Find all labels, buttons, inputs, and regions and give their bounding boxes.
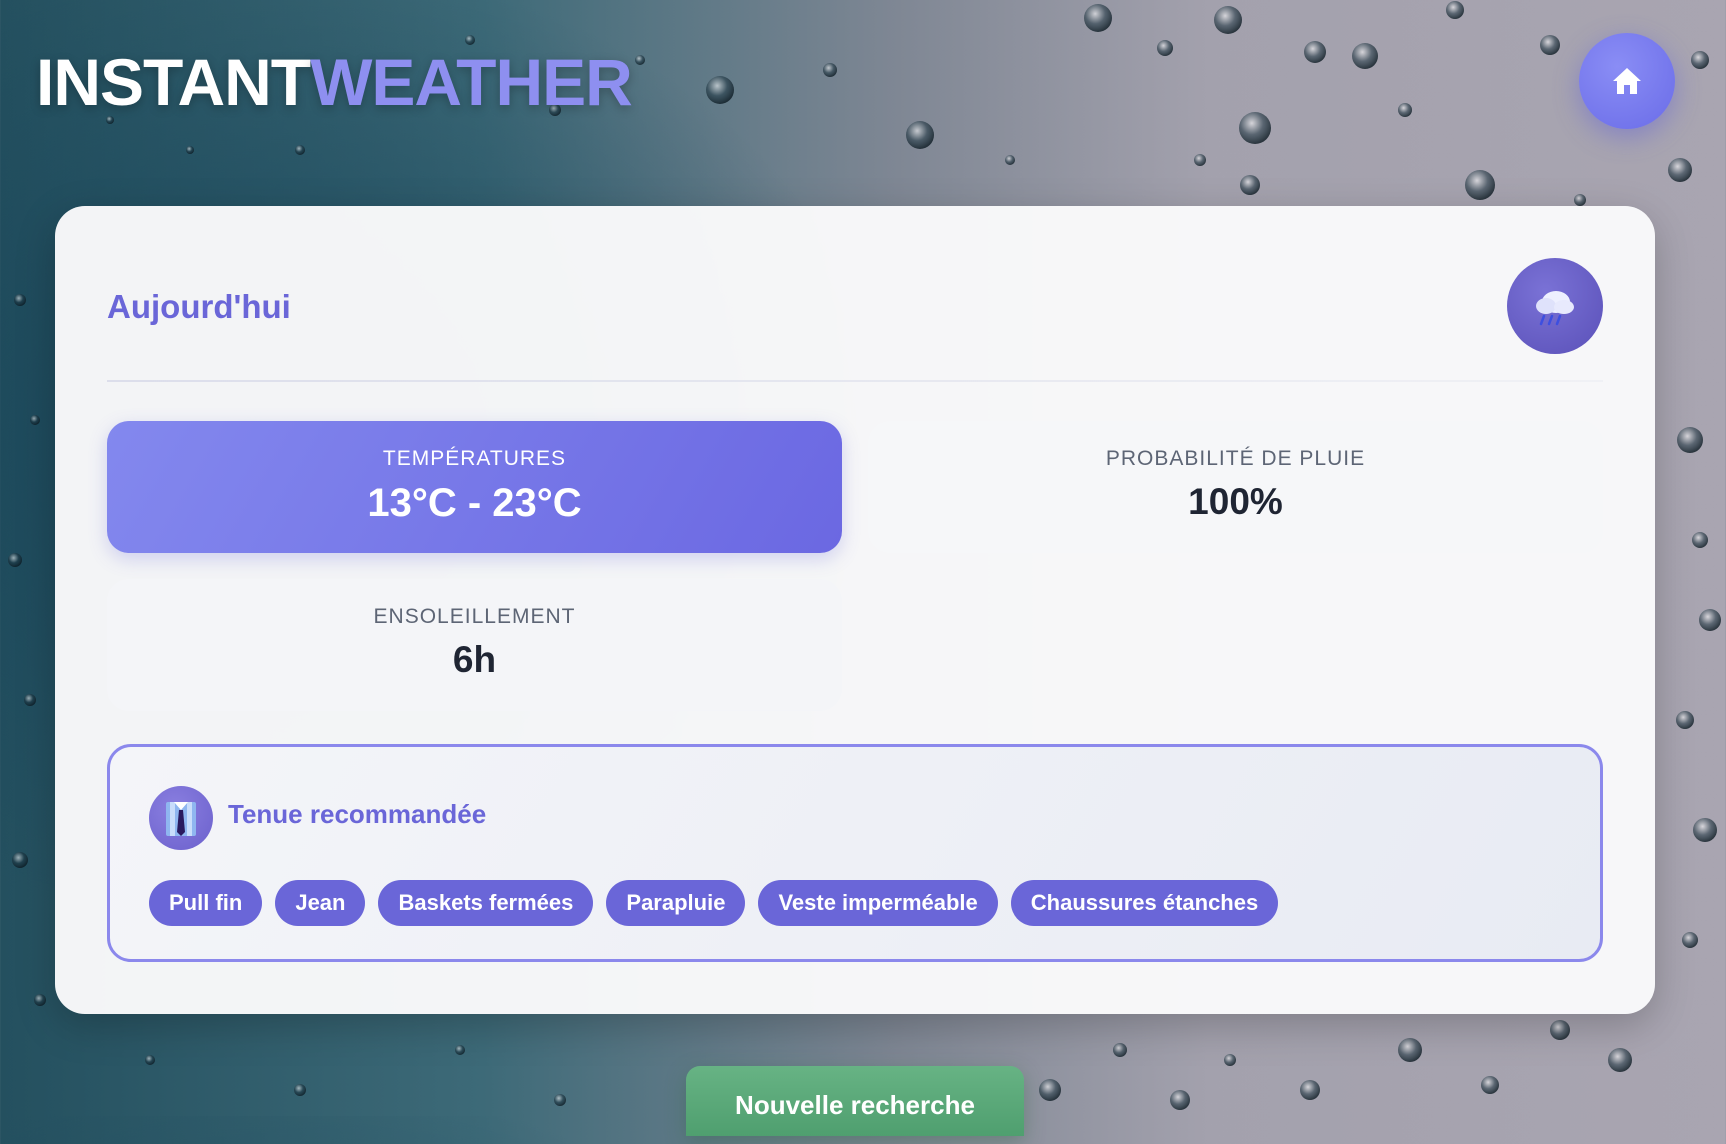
logo-text-instant: INSTANT (36, 45, 311, 119)
outfit-badge (149, 786, 213, 850)
rain-cloud-icon (1536, 291, 1574, 326)
outfit-tag[interactable]: Baskets fermées (378, 880, 594, 926)
outfit-recommendation: Tenue recommandée Pull fin Jean Baskets … (107, 744, 1603, 962)
sunshine-label: ENSOLEILLEMENT (373, 605, 576, 628)
rain-probability-value: 100% (1188, 481, 1283, 522)
divider (107, 380, 1603, 382)
day-title: Aujourd'hui (107, 288, 291, 325)
outfit-tag[interactable]: Chaussures étanches (1010, 880, 1279, 926)
new-search-button[interactable]: Nouvelle recherche (686, 1066, 1024, 1136)
rain-probability-label: PROBABILITÉ DE PLUIE (1105, 447, 1366, 470)
outfit-tag[interactable]: Veste imperméable (758, 880, 998, 926)
outfit-tags: Pull fin Jean Baskets fermées Parapluie … (149, 880, 1279, 926)
shirt-tie-icon (166, 802, 196, 836)
home-button[interactable] (1579, 33, 1675, 129)
outfit-tag[interactable]: Parapluie (606, 880, 746, 926)
logo-text-weather: WEATHER (310, 45, 633, 119)
sunshine-stat: ENSOLEILLEMENT 6h (107, 579, 842, 711)
outfit-title: Tenue recommandée (228, 799, 487, 829)
app-logo: INSTANTWEATHER (36, 44, 633, 120)
outfit-tag[interactable]: Jean (275, 880, 366, 926)
temperature-label: TEMPÉRATURES (382, 447, 567, 470)
sunshine-value: 6h (452, 639, 497, 680)
weather-badge (1507, 258, 1603, 354)
home-icon (1613, 68, 1641, 94)
temperature-stat: TEMPÉRATURES 13°C - 23°C (107, 421, 842, 553)
outfit-tag[interactable]: Pull fin (149, 880, 263, 926)
rain-probability-stat: PROBABILITÉ DE PLUIE 100% (868, 421, 1603, 553)
forecast-card: Aujourd'hui TEMPÉRATURES 13°C - 23°C PRO… (55, 206, 1655, 1014)
temperature-value: 13°C - 23°C (367, 481, 582, 525)
